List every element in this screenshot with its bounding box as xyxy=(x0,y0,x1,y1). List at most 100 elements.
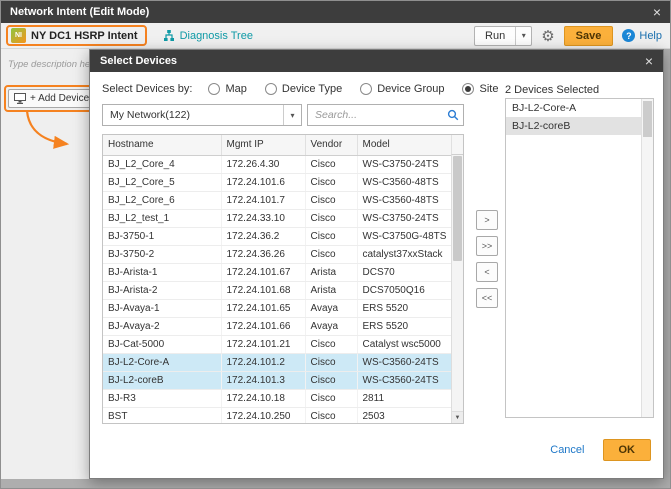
radio-device-type[interactable]: Device Type xyxy=(264,83,342,95)
diagnosis-tree-button[interactable]: Diagnosis Tree xyxy=(163,29,253,42)
device-row[interactable]: BJ_L2_Core_4 172.26.4.30 Cisco WS-C3750-24T… xyxy=(103,155,453,174)
device-cell: 172.24.10.250 xyxy=(221,407,306,423)
search-icon[interactable] xyxy=(443,109,463,121)
radio-device-group[interactable]: Device Group xyxy=(360,83,444,95)
device-row[interactable]: BJ_L2_test_1 172.24.33.10 Cisco WS-C3750-24… xyxy=(103,209,453,228)
radio-site[interactable]: Site xyxy=(462,83,498,95)
radio-circle[interactable] xyxy=(360,83,373,95)
device-cell: ERS 5520 xyxy=(357,317,453,336)
radio-map[interactable]: Map xyxy=(208,83,247,95)
help-button[interactable]: ? Help xyxy=(622,29,662,42)
device-row[interactable]: BJ-R3 172.24.10.18 Cisco 2811 xyxy=(103,389,453,408)
move-all-left-button[interactable]: << xyxy=(476,288,498,308)
selected-devices-listbox: BJ-L2-Core-A BJ-L2-coreB xyxy=(505,98,654,418)
device-cell: DCS7050Q16 xyxy=(357,281,453,300)
radio-circle[interactable] xyxy=(208,83,221,95)
scrollbar-thumb[interactable] xyxy=(453,156,462,261)
device-row[interactable]: BJ-Arista-2 172.24.101.68 Arista DCS7050Q16 xyxy=(103,281,453,300)
device-cell: DCS70 xyxy=(357,263,453,282)
device-cell: 172.24.101.66 xyxy=(221,317,306,336)
network-scope-value: My Network(122) xyxy=(110,109,190,121)
device-row[interactable]: BJ_L2_Core_6 172.24.101.7 Cisco WS-C3560-48… xyxy=(103,191,453,210)
device-cell: 172.24.101.3 xyxy=(221,371,306,390)
device-cell: BJ_L2_Core_5 xyxy=(103,173,222,192)
device-cell: catalyst37xxStack xyxy=(357,245,453,264)
device-row[interactable]: BJ_L2_Core_5 172.24.101.6 Cisco WS-C3560-48… xyxy=(103,173,453,192)
device-row[interactable]: BJ-3750-1 172.24.36.2 Cisco WS-C3750G-48TS xyxy=(103,227,453,246)
selected-device-item[interactable]: BJ-L2-Core-A xyxy=(506,99,641,117)
network-intent-window: Network Intent (Edit Mode) × NI NY DC1 H… xyxy=(0,0,671,489)
cancel-button[interactable]: Cancel xyxy=(550,444,584,456)
device-row[interactable]: BJ-L2-Core-A 172.24.101.2 Cisco WS-C3560-24… xyxy=(103,353,453,372)
selected-devices-list: BJ-L2-Core-A BJ-L2-coreB xyxy=(506,99,641,135)
filter-row: Select Devices by: Map Device Type Device … xyxy=(102,83,498,95)
device-row[interactable]: BJ-3750-2 172.24.36.26 Cisco catalyst37xxSt… xyxy=(103,245,453,264)
device-row[interactable]: BJ-Arista-1 172.24.101.67 Arista DCS70 xyxy=(103,263,453,282)
device-cell: WS-C3750-24TS xyxy=(357,209,453,228)
intent-name[interactable]: NY DC1 HSRP Intent xyxy=(31,30,138,42)
network-scope-dropdown[interactable]: My Network(122) ▾ xyxy=(102,104,302,126)
run-button[interactable]: Run xyxy=(475,27,515,45)
window-title: Network Intent (Edit Mode) xyxy=(10,6,150,18)
device-cell: 172.24.36.2 xyxy=(221,227,306,246)
device-cell: Arista xyxy=(305,263,358,282)
dropdown-caret-icon[interactable]: ▾ xyxy=(283,105,301,125)
radio-circle[interactable] xyxy=(462,83,475,95)
ok-button[interactable]: OK xyxy=(602,439,651,461)
settings-gear-icon[interactable]: ⚙ xyxy=(541,27,554,45)
device-cell: Cisco xyxy=(305,371,358,390)
dialog-title: Select Devices xyxy=(100,55,178,67)
column-header[interactable]: Mgmt IP xyxy=(221,135,306,156)
move-left-button[interactable]: < xyxy=(476,262,498,282)
description-input[interactable]: Type description here... xyxy=(8,59,89,70)
device-row[interactable]: BJ-Cat-5000 172.24.101.21 Cisco Catalyst ws… xyxy=(103,335,453,354)
selected-list-scrollbar[interactable] xyxy=(641,99,653,417)
radio-circle[interactable] xyxy=(264,83,277,95)
device-cell: Cisco xyxy=(305,245,358,264)
device-cell: 172.24.101.7 xyxy=(221,191,306,210)
device-row[interactable]: BJ-Avaya-1 172.24.101.65 Avaya ERS 5520 xyxy=(103,299,453,318)
toolbar: NI NY DC1 HSRP Intent Diagnosis Tree Run… xyxy=(1,23,670,49)
window-titlebar: Network Intent (Edit Mode) × xyxy=(1,1,670,23)
device-cell: Cisco xyxy=(305,173,358,192)
device-row[interactable]: BST 172.24.10.250 Cisco 2503 xyxy=(103,407,453,423)
device-cell: BJ_L2_Core_6 xyxy=(103,191,222,210)
radio-group: Map Device Type Device Group Site xyxy=(208,83,498,95)
move-all-right-button[interactable]: >> xyxy=(476,236,498,256)
scroll-down-icon[interactable]: ▼ xyxy=(452,411,463,423)
window-close-icon[interactable]: × xyxy=(653,5,661,19)
device-cell: Cisco xyxy=(305,407,358,423)
device-cell: Cisco xyxy=(305,389,358,408)
select-devices-by-label: Select Devices by: xyxy=(102,83,193,95)
diagnosis-tree-icon xyxy=(163,29,174,41)
dialog-close-icon[interactable]: × xyxy=(645,54,653,68)
column-header[interactable]: Vendor xyxy=(305,135,358,156)
run-button-group: Run ▾ xyxy=(474,25,533,46)
move-right-button[interactable]: > xyxy=(476,210,498,230)
dialog-titlebar: Select Devices × xyxy=(90,50,663,72)
radio-label: Device Group xyxy=(377,83,445,95)
device-cell: Cisco xyxy=(305,155,358,174)
device-cell: BJ-R3 xyxy=(103,389,222,408)
device-row[interactable]: BJ-L2-coreB 172.24.101.3 Cisco WS-C3560-24T… xyxy=(103,371,453,390)
table-scrollbar[interactable]: ▼ xyxy=(451,155,463,423)
device-cell: Cisco xyxy=(305,227,358,246)
device-row[interactable]: BJ-Avaya-2 172.24.101.66 Avaya ERS 5520 xyxy=(103,317,453,336)
device-cell: BJ-L2-Core-A xyxy=(103,353,222,372)
device-cell: BJ-Avaya-1 xyxy=(103,299,222,318)
run-dropdown-caret-icon[interactable]: ▾ xyxy=(515,26,531,45)
device-cell: BST xyxy=(103,407,222,423)
scrollbar-thumb[interactable] xyxy=(643,101,652,137)
add-device-label: + Add Device xyxy=(30,93,89,104)
device-cell: BJ-L2-coreB xyxy=(103,371,222,390)
device-cell: 172.24.101.67 xyxy=(221,263,306,282)
save-button[interactable]: Save xyxy=(563,25,614,46)
selected-count-label: 2 Devices Selected xyxy=(505,84,600,96)
column-header[interactable]: Hostname xyxy=(103,135,222,156)
device-search-input[interactable]: Search... xyxy=(307,104,464,126)
selected-device-item[interactable]: BJ-L2-coreB xyxy=(506,117,641,135)
device-cell: Avaya xyxy=(305,299,358,318)
add-device-button[interactable]: + Add Device xyxy=(8,89,89,108)
transfer-buttons: > >> < << xyxy=(476,210,498,308)
column-header[interactable]: Model xyxy=(357,135,453,156)
